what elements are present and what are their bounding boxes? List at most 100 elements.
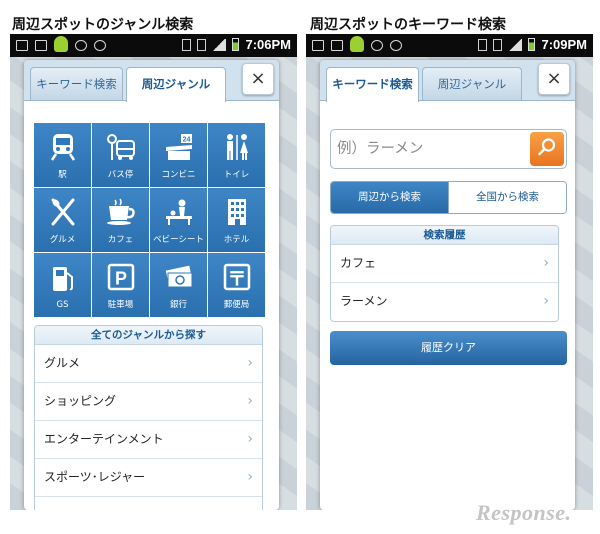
close-button[interactable]: × — [538, 63, 570, 95]
genre-bank[interactable]: 銀行 — [150, 253, 207, 317]
genre-label: 郵便局 — [223, 300, 250, 310]
bank-notes-icon — [164, 262, 194, 292]
usb-icon — [94, 40, 106, 51]
tab-nearby-genre[interactable]: 周辺ジャンル — [422, 67, 522, 101]
close-icon: × — [546, 68, 562, 89]
genre-label: コンビニ — [161, 170, 196, 180]
close-button[interactable]: × — [242, 63, 274, 95]
list-item[interactable]: ラーメン › — [331, 283, 558, 321]
genre-label: 駐車場 — [107, 300, 134, 310]
genre-label: 駅 — [58, 170, 67, 180]
list-item-label: グルメ — [44, 356, 81, 370]
genre-bus-stop[interactable]: バス停 — [92, 123, 149, 187]
chevron-right-icon: › — [543, 293, 549, 309]
genre-post-office[interactable]: 〒 郵便局 — [208, 253, 265, 317]
keyword-search-screen: 7:09PM キーワード検索 周辺ジャンル × 周辺から検索 全国から検索 検索… — [306, 34, 593, 510]
list-item[interactable]: エンターテインメント › — [35, 421, 262, 459]
scope-nationwide-button[interactable]: 全国から検索 — [448, 182, 566, 213]
all-genres-header: 全てのジャンルから探す — [35, 326, 262, 345]
tab-keyword-search[interactable]: キーワード検索 — [326, 67, 419, 102]
genre-label: 銀行 — [169, 300, 187, 310]
list-item[interactable]: カフェ › — [331, 245, 558, 283]
genre-station[interactable]: 駅 — [34, 123, 91, 187]
parking-glyph: P — [114, 269, 126, 289]
chevron-right-icon: › — [247, 355, 253, 371]
network-h-icon — [197, 38, 207, 51]
chevron-right-icon: › — [247, 431, 253, 447]
camera-icon — [371, 40, 383, 51]
genre-cafe[interactable]: カフェ — [92, 188, 149, 252]
genre-label: GS — [56, 300, 69, 310]
list-item-label: カフェ — [340, 256, 377, 270]
convenience-store-icon: 24 — [164, 132, 194, 162]
battery-icon — [232, 38, 240, 51]
search-box — [330, 129, 567, 169]
all-genres-list: 全てのジャンルから探す グルメ › ショッピング › エンターテインメント › スポー… — [34, 325, 263, 510]
chevron-right-icon: › — [247, 393, 253, 409]
genre-label: ベビーシート — [153, 235, 204, 245]
mail-icon — [312, 40, 324, 51]
restroom-icon — [222, 132, 252, 162]
chevron-right-icon: › — [543, 255, 549, 271]
search-dialog: キーワード検索 周辺ジャンル × 周辺から検索 全国から検索 検索履歴 カフェ ›… — [320, 60, 575, 510]
tab-keyword-search[interactable]: キーワード検索 — [30, 67, 123, 101]
post-glyph: 〒 — [227, 268, 246, 290]
list-item-label: エンターテインメント — [44, 432, 164, 446]
store-badge: 24 — [182, 137, 190, 144]
genre-search-screen: 7:06PM キーワード検索 周辺ジャンル × 駅 バス停 24 コンビニ トイ… — [10, 34, 297, 510]
search-history-header: 検索履歴 — [331, 226, 558, 245]
android-icon — [350, 36, 364, 52]
genre-baby-sheet[interactable]: ベビーシート — [150, 188, 207, 252]
signal-icon — [212, 38, 227, 51]
genre-gas-station[interactable]: GS — [34, 253, 91, 317]
response-logo: Response. — [476, 500, 572, 525]
search-history-list: 検索履歴 カフェ › ラーメン › — [330, 225, 559, 322]
genre-panel: 駅 バス停 24 コンビニ トイレ グルメ カフェ ベビーシート ホテル GS … — [24, 100, 279, 510]
search-icon — [537, 137, 557, 161]
genre-hotel[interactable]: ホテル — [208, 188, 265, 252]
list-item-label: ショッピング — [44, 394, 117, 408]
genre-gourmet[interactable]: グルメ — [34, 188, 91, 252]
train-icon — [48, 132, 78, 162]
status-time: 7:09PM — [541, 37, 587, 52]
list-item[interactable]: スポーツ･レジャー › — [35, 459, 262, 497]
status-bar: 7:06PM — [10, 34, 297, 57]
genre-label: グルメ — [49, 235, 76, 245]
genre-label: バス停 — [107, 170, 134, 180]
chevron-right-icon: › — [247, 469, 253, 485]
tab-nearby-genre[interactable]: 周辺ジャンル — [126, 67, 226, 102]
search-dialog: キーワード検索 周辺ジャンル × 駅 バス停 24 コンビニ トイレ グルメ カ… — [24, 60, 279, 510]
left-caption: 周辺スポットのジャンル検索 — [12, 17, 194, 33]
bus-stop-icon — [106, 132, 136, 162]
search-scope-toggle: 周辺から検索 全国から検索 — [330, 181, 567, 214]
close-icon: × — [250, 68, 266, 89]
coffee-cup-icon — [106, 197, 136, 227]
baby-sheet-icon — [164, 197, 194, 227]
genre-label: トイレ — [223, 170, 250, 180]
search-input[interactable] — [337, 136, 527, 162]
genre-convenience-store[interactable]: 24 コンビニ — [150, 123, 207, 187]
gas-pump-icon — [48, 264, 78, 294]
android-icon — [54, 36, 68, 52]
list-item-label: ラーメン — [340, 294, 388, 308]
mail-icon — [16, 40, 28, 51]
clear-history-button[interactable]: 履歴クリア — [330, 331, 567, 365]
genre-restroom[interactable]: トイレ — [208, 123, 265, 187]
list-item[interactable]: グルメ › — [35, 345, 262, 383]
genre-parking[interactable]: P 駐車場 — [92, 253, 149, 317]
list-item-label: スポーツ･レジャー — [44, 470, 146, 484]
genre-label: カフェ — [107, 235, 134, 245]
network-3g-icon — [493, 38, 503, 51]
scope-nearby-button[interactable]: 周辺から検索 — [331, 182, 448, 213]
vibrate-icon — [478, 38, 488, 51]
right-caption: 周辺スポットのキーワード検索 — [310, 17, 506, 33]
post-office-icon: 〒 — [222, 262, 252, 292]
genre-label: ホテル — [223, 235, 250, 245]
play-icon — [331, 40, 343, 51]
list-item[interactable]: ショッピング › — [35, 383, 262, 421]
genre-grid: 駅 バス停 24 コンビニ トイレ グルメ カフェ ベビーシート ホテル GS … — [34, 123, 265, 317]
battery-icon — [528, 38, 536, 51]
fork-knife-icon — [48, 197, 78, 227]
search-button[interactable] — [530, 132, 564, 166]
parking-icon: P — [106, 262, 136, 292]
